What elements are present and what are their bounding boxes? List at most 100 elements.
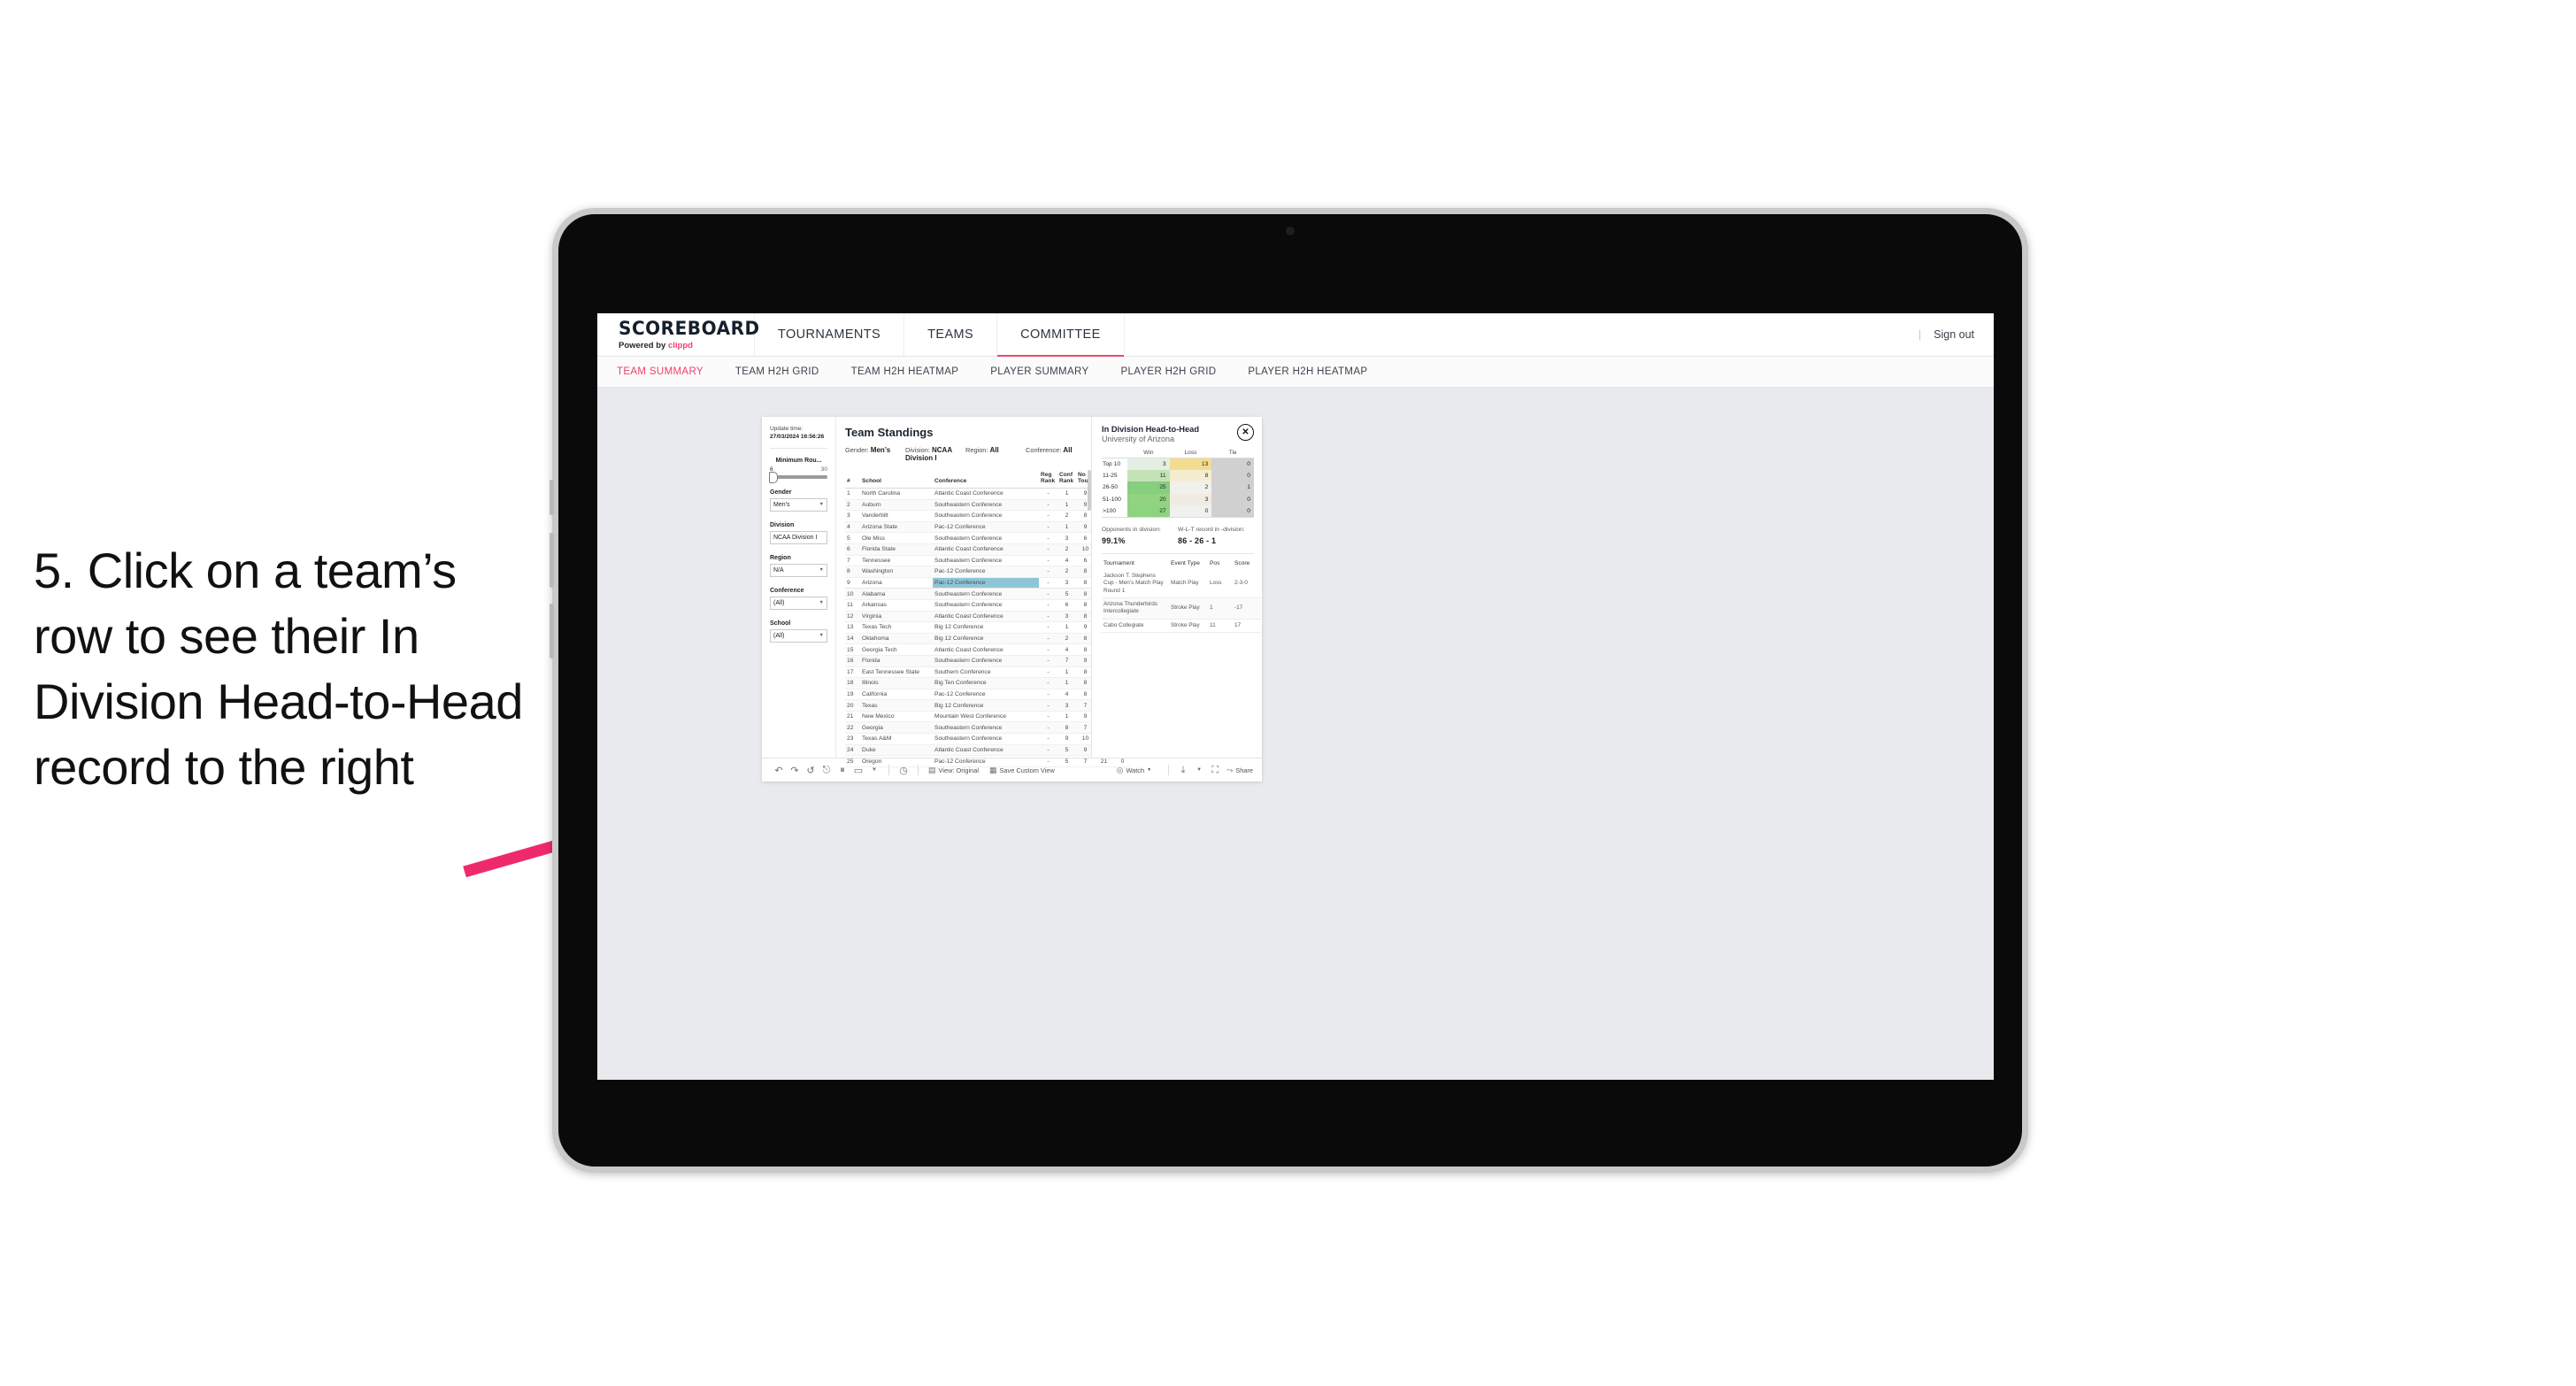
logo-subtitle: Powered by clippd (619, 341, 754, 350)
table-row[interactable]: 16FloridaSoutheastern Conference-79244 (845, 655, 1132, 667)
cell-school: Duke (860, 744, 933, 757)
chevron-down-icon[interactable]: ▼ (866, 767, 882, 773)
col-pos: Pos (1210, 559, 1220, 566)
h2h-col-blank (1102, 450, 1127, 458)
table-row[interactable]: 11ArkansasSoutheastern Conference-68232 (845, 599, 1132, 612)
h2h-cell-win: 25 (1127, 481, 1170, 494)
table-row[interactable]: 13Texas TechBig 12 Conference-19272 (845, 621, 1132, 634)
cell-conference: Atlantic Coast Conference (933, 744, 1039, 757)
min-rounds-slider[interactable] (769, 472, 827, 484)
table-row[interactable]: 19CaliforniaPac-12 Conference-48242 (845, 689, 1132, 701)
cell-reg-rank: - (1039, 555, 1057, 567)
table-row[interactable]: 9ArizonaPac-12 Conference-38232 (845, 577, 1132, 589)
tournament-row[interactable]: Arizona Thunderbirds Intercollegiate Stro… (1102, 597, 1261, 620)
nav-item-tournaments[interactable]: TOURNAMENTS (755, 313, 905, 356)
table-row[interactable]: 7TennesseeSoutheastern Conference-46182 (845, 555, 1132, 567)
cell-reg-rank: - (1039, 643, 1057, 656)
revert-icon[interactable]: ↺ (803, 765, 819, 776)
tab-player-summary[interactable]: PLAYER SUMMARY (974, 366, 1104, 377)
refresh-icon[interactable]: ⎋ (819, 765, 834, 776)
table-row[interactable]: 22GeorgiaSoutheastern Conference-87211 (845, 721, 1132, 735)
cell-school: North Carolina (860, 488, 933, 500)
tournament-row[interactable]: Cabo Collegiate Stroke Play 11 17 (1102, 619, 1261, 633)
h2h-bucket-label: >100 (1102, 504, 1127, 518)
table-row[interactable]: 21New MexicoMountain West Conference-192… (845, 711, 1132, 723)
cell-school: Arkansas (860, 599, 933, 612)
cell-conf-rank: 1 (1057, 521, 1076, 534)
app-logo[interactable]: SCOREBOARD Powered by clippd (597, 313, 759, 356)
share-button[interactable]: ⤳ Share (1226, 766, 1253, 775)
table-row[interactable]: 17 East Tennessee State Southern Conferenc… (845, 666, 1132, 679)
fullscreen-icon[interactable]: ⛶ (1207, 765, 1223, 776)
tab-team-h2h-grid[interactable]: TEAM H2H GRID (719, 366, 835, 377)
h2h-bucket-label: 51-100 (1102, 493, 1127, 505)
table-row[interactable]: 6 Florida State Atlantic Coast Conference -… (845, 543, 1132, 556)
redo-icon[interactable]: ↷ (787, 765, 803, 776)
table-row[interactable]: 12VirginiaAtlantic Coast Conference-3824… (845, 611, 1132, 623)
app-header: SCOREBOARD Powered by clippd TOURNAMENTS… (597, 313, 1994, 357)
cell-conference: Southeastern Conference (933, 555, 1039, 567)
table-row[interactable]: 14OklahomaBig 12 Conference-28242 (845, 633, 1132, 645)
division-select[interactable]: NCAA Division I (770, 530, 827, 544)
filters-sidebar: Update time: 27/03/2024 16:56:26 Minimum… (762, 417, 836, 758)
cell-rank: 12 (845, 611, 860, 623)
cell-school: Arizona State (860, 521, 933, 534)
meta-division: Division: NCAA Division I (905, 446, 965, 462)
h2h-cell-tie: 0 (1211, 493, 1254, 505)
device-button-3 (550, 604, 554, 658)
school-select[interactable]: (All) ▼ (770, 628, 827, 643)
tab-player-h2h-grid[interactable]: PLAYER H2H GRID (1104, 366, 1232, 377)
filter-region: Region N/A ▼ (770, 555, 827, 577)
undo-icon[interactable]: ↶ (771, 765, 787, 776)
h2h-cell-loss: 0 (1169, 504, 1212, 518)
table-row[interactable]: 5Ole MissSoutheastern Conference-36181 (845, 532, 1132, 544)
region-select[interactable]: N/A ▼ (770, 563, 827, 577)
tournament-row[interactable]: Jackson T. Stephens Cup - Men’s Match Pl… (1102, 569, 1261, 598)
meta-gender-label: Gender: (845, 446, 869, 454)
table-row[interactable]: 24DukeAtlantic Coast Conference-59271 (845, 744, 1132, 757)
table-row[interactable]: 10AlabamaSoutheastern Conference-58233 (845, 588, 1132, 600)
cell-school: Georgia Tech (860, 643, 933, 656)
table-row[interactable]: 18IllinoisBig Ten Conference-18233 (845, 677, 1132, 689)
header-right: | Sign out (1919, 313, 1994, 356)
cell-school: Auburn (860, 499, 933, 512)
cell-rank: 7 (845, 555, 860, 567)
table-row[interactable]: 4Arizona StatePac-12 Conference-19261 (845, 521, 1132, 534)
chevron-down-icon[interactable]: ▼ (1191, 767, 1207, 773)
conference-select[interactable]: (All) ▼ (770, 596, 827, 610)
cell-conf-rank: 1 (1057, 677, 1076, 689)
tab-team-h2h-heatmap[interactable]: TEAM H2H HEATMAP (835, 366, 975, 377)
table-row[interactable]: 20TexasBig 12 Conference-37200 (845, 699, 1132, 712)
nav-item-teams[interactable]: TEAMS (904, 313, 998, 356)
table-row[interactable]: 15 Georgia Tech Atlantic Coast Conference -… (845, 643, 1132, 656)
cell-reg-rank: - (1039, 744, 1057, 757)
sign-out-link[interactable]: Sign out (1934, 328, 1974, 341)
cell-conf-rank: 1 (1057, 711, 1076, 723)
table-row[interactable]: 23Texas A&MSoutheastern Conference-91030… (845, 733, 1132, 745)
meta-gender: Gender: Men’s (845, 446, 905, 462)
cell-conference: Southeastern Conference (933, 510, 1039, 522)
tab-team-summary[interactable]: TEAM SUMMARY (617, 366, 719, 377)
table-row[interactable]: 3VanderbiltSoutheastern Conference-28235 (845, 510, 1132, 522)
region-label: Region (770, 554, 791, 561)
table-row[interactable]: 8WashingtonPac-12 Conference-28231 (845, 566, 1132, 578)
cell-conference: Atlantic Coast Conference (933, 488, 1039, 500)
cell-score: -17 (1233, 597, 1261, 620)
cell-pos: Loss (1208, 569, 1233, 598)
tab-player-h2h-heatmap[interactable]: PLAYER H2H HEATMAP (1232, 366, 1383, 377)
table-row[interactable]: 25 Oregon Pac-12 Conference -5 7 21 0 (845, 755, 1132, 767)
min-rounds-label: Minimum Rou... (775, 457, 822, 464)
cell-pos: 1 (1208, 597, 1233, 620)
stat-opponents-value: 99.1% (1102, 535, 1126, 545)
slider-handle[interactable] (769, 472, 778, 484)
cell-school: Texas A&M (860, 733, 933, 745)
cell-conference: Pac-12 Conference (933, 566, 1039, 578)
nav-item-committee[interactable]: COMMITTEE (997, 313, 1125, 357)
download-icon[interactable]: ⤓ (1175, 765, 1191, 776)
close-icon[interactable]: ✕ (1237, 424, 1254, 441)
gender-select[interactable]: Men’s ▼ (770, 497, 827, 512)
h2h-heatmap-table: Win Loss Tie Top 10 3 13 0 11-25 11 8 0 26-50 25 2… (1102, 450, 1254, 518)
school-value: (All) (773, 632, 785, 639)
cell-rank: 17 (845, 666, 860, 679)
standings-table[interactable]: # School Conference Reg Rank Conf Rank N… (845, 470, 1132, 767)
